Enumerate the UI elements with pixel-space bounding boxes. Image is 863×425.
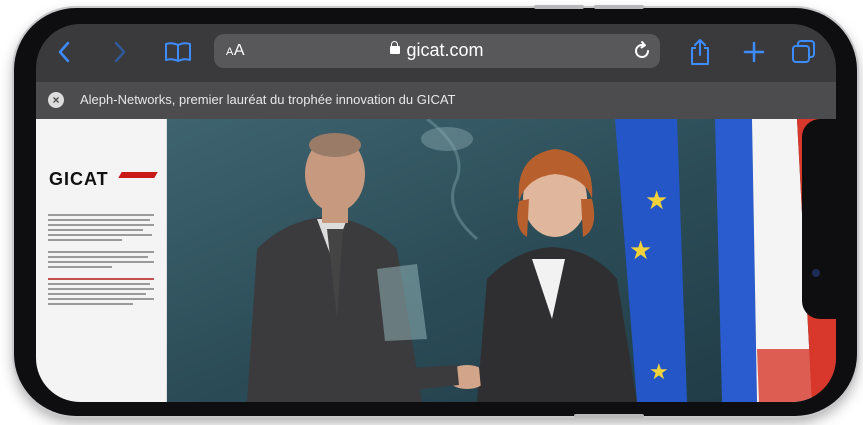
- svg-text:★: ★: [649, 360, 669, 385]
- phone-screen: AA gicat.com × Aleph-Networks, premier l…: [36, 24, 836, 402]
- bookmarks-icon[interactable]: [160, 34, 196, 70]
- gicat-logo: GICAT: [49, 169, 109, 189]
- svg-text:★: ★: [629, 236, 652, 266]
- reload-icon[interactable]: [630, 39, 654, 63]
- document-page: GICAT: [36, 119, 167, 402]
- safari-toolbar: AA gicat.com: [36, 24, 836, 82]
- back-icon[interactable]: [46, 34, 82, 70]
- article-photo: ★ ★ ★: [167, 119, 836, 402]
- tab-bar: × Aleph-Networks, premier lauréat du tro…: [36, 82, 836, 119]
- url-display[interactable]: gicat.com: [214, 40, 660, 61]
- tab-title[interactable]: Aleph-Networks, premier lauréat du troph…: [80, 92, 456, 107]
- document-text-block: [48, 211, 154, 308]
- lock-icon: [390, 41, 401, 57]
- side-button-bottom: [574, 414, 644, 418]
- side-button-top: [534, 5, 584, 9]
- camera-notch: [802, 119, 836, 319]
- tabs-icon[interactable]: [786, 34, 822, 70]
- new-tab-icon[interactable]: [736, 34, 772, 70]
- side-button-top-2: [594, 5, 644, 9]
- url-text: gicat.com: [406, 40, 484, 60]
- close-tab-icon[interactable]: ×: [48, 92, 64, 108]
- camera-icon: [812, 269, 820, 277]
- address-bar[interactable]: AA gicat.com: [214, 34, 660, 68]
- gicat-logo-swoosh: [118, 172, 158, 178]
- svg-text:★: ★: [645, 186, 668, 216]
- phone-frame: AA gicat.com × Aleph-Networks, premier l…: [14, 5, 857, 418]
- forward-icon[interactable]: [102, 34, 138, 70]
- award-ceremony-image: ★ ★ ★: [167, 119, 836, 402]
- web-content: GICAT ★ ★ ★: [36, 119, 836, 402]
- share-icon[interactable]: [682, 34, 718, 70]
